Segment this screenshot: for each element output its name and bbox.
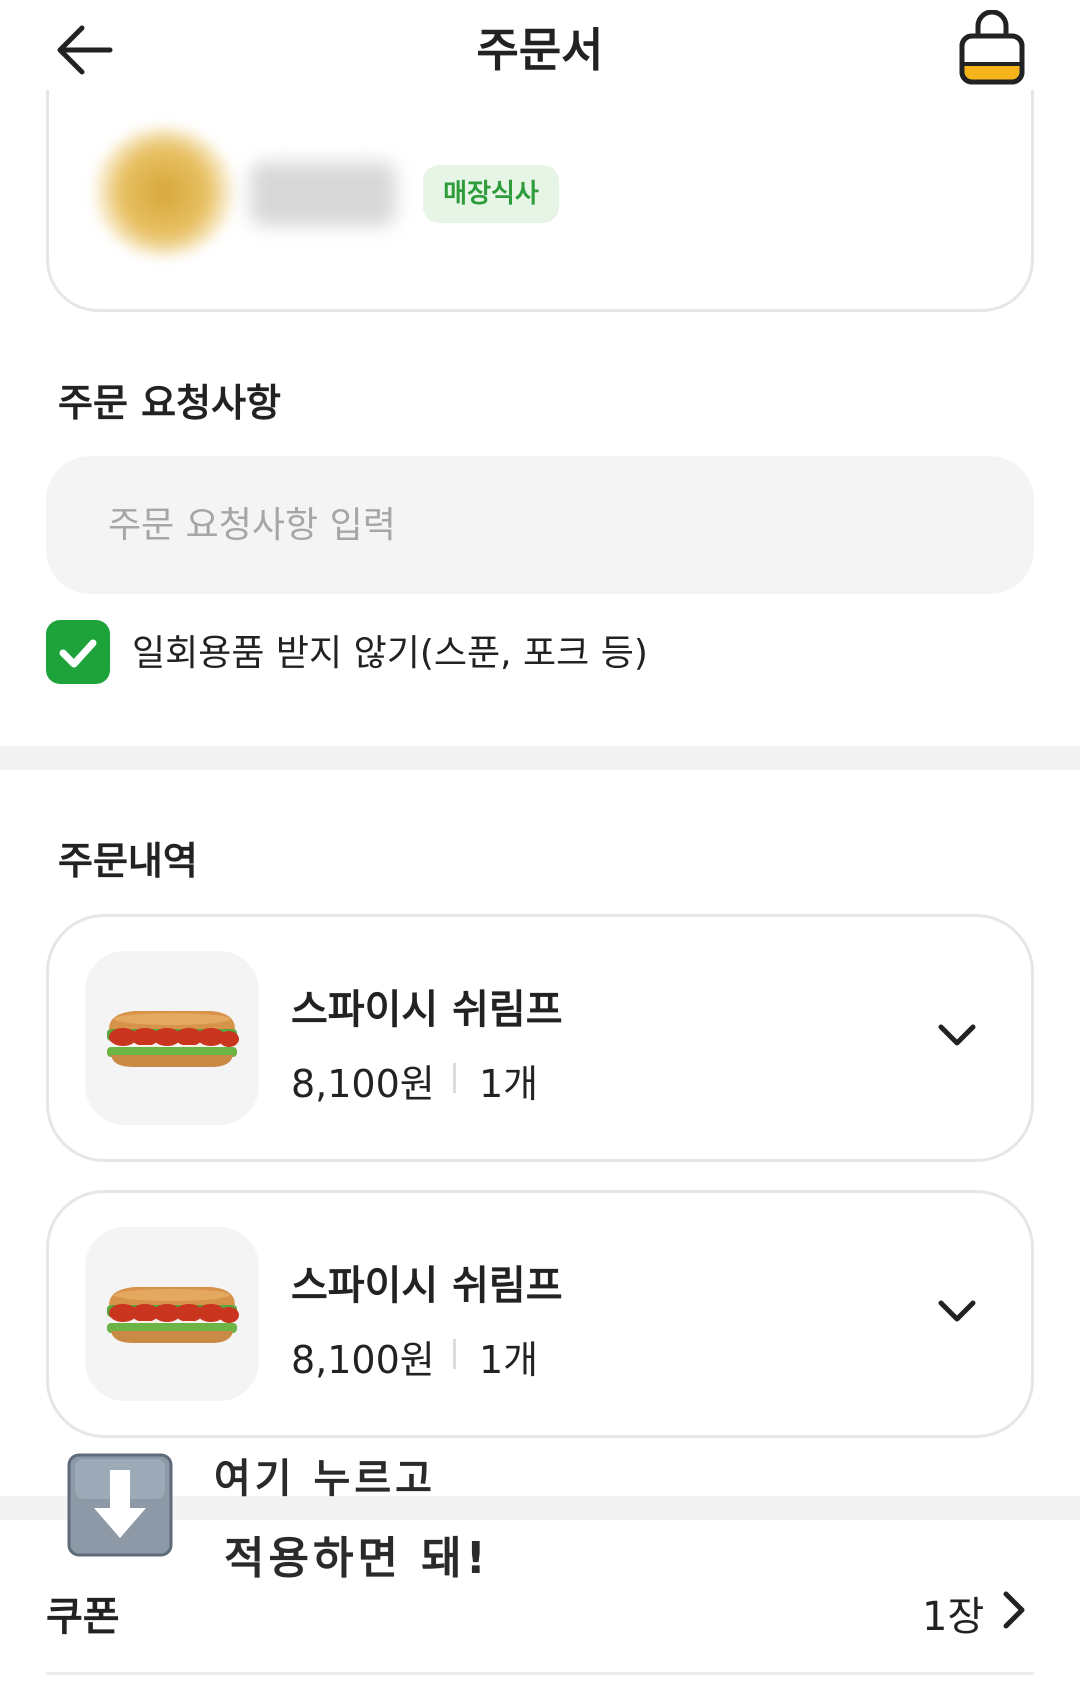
product-image [85, 1227, 259, 1401]
divider [46, 1672, 1034, 1675]
no-utensils-label[interactable]: 일회용품 받지 않기(스푼, 포크 등) [132, 624, 648, 676]
dine-in-badge: 매장식사 [423, 165, 559, 223]
order-section-title: 주문내역 [58, 839, 198, 883]
expand-button[interactable] [929, 1289, 985, 1333]
item-name: 스파이시 쉬림프 [291, 1263, 563, 1309]
product-image [85, 951, 259, 1125]
item-price: 8,100원 [291, 1062, 435, 1106]
store-logo-blurred [94, 128, 234, 256]
chevron-down-icon [938, 1300, 976, 1322]
sandwich-image [107, 1011, 239, 1067]
down-arrow-icon [66, 1452, 174, 1558]
divider [453, 1339, 456, 1369]
item-quantity: 1개 [479, 1338, 539, 1382]
shopping-bag-icon [959, 9, 1025, 85]
order-request-input[interactable] [46, 456, 1034, 594]
divider [453, 1063, 456, 1093]
checkmark-icon [59, 639, 97, 668]
annotation-line-1: 여기 누르고 [214, 1456, 436, 1502]
coupon-label: 쿠폰 [46, 1594, 120, 1640]
expand-button[interactable] [929, 1013, 985, 1057]
item-quantity: 1개 [479, 1062, 539, 1106]
item-name: 스파이시 쉬림프 [291, 987, 563, 1033]
item-price: 8,100원 [291, 1338, 435, 1382]
order-item[interactable]: 스파이시 쉬림프 8,100원 1개 [46, 1190, 1034, 1438]
no-utensils-checkbox[interactable] [46, 620, 110, 684]
order-page: 주문서 매장식사 주문 요청사항 일회용품 받지 않기(스푼, 포크 등) 주문… [0, 0, 1080, 1687]
request-section-title: 주문 요청사항 [58, 381, 281, 425]
coupon-count: 1장 [922, 1594, 985, 1640]
store-name-blurred [250, 162, 396, 226]
chevron-right-icon [996, 1586, 1032, 1634]
sandwich-image [107, 1287, 239, 1343]
section-divider [0, 746, 1080, 770]
chevron-down-icon [938, 1024, 976, 1046]
cart-button[interactable] [956, 9, 1028, 88]
coupon-row[interactable]: 쿠폰 1장 [0, 1570, 1080, 1652]
order-item[interactable]: 스파이시 쉬림프 8,100원 1개 [46, 914, 1034, 1162]
page-title: 주문서 [476, 23, 604, 77]
